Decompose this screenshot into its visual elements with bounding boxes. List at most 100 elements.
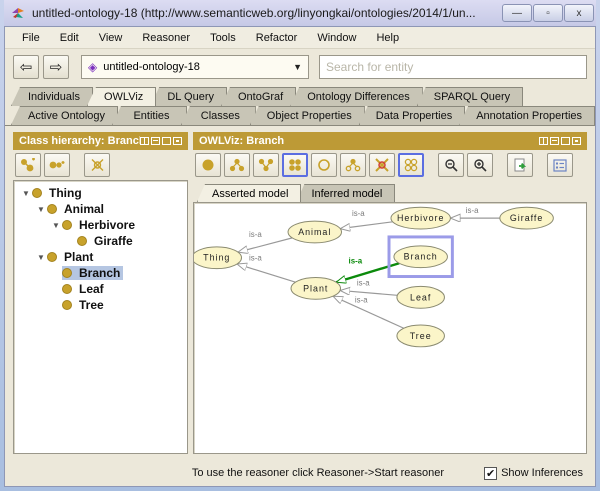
tree-item-tree[interactable]: Tree	[16, 297, 185, 313]
tab-ontograf[interactable]: OntoGraf	[221, 87, 296, 106]
owlviz-graph-canvas[interactable]: is-ais-ais-ais-ais-ais-ais-aThingAnimalH…	[193, 202, 587, 454]
menu-reasoner[interactable]: Reasoner	[133, 29, 199, 47]
graph-node-label: Plant	[303, 283, 328, 293]
show-class-button[interactable]	[195, 153, 221, 177]
zoom-in-button[interactable]	[467, 153, 493, 177]
tree-item-label: Branch	[76, 266, 123, 280]
graph-node-label: Herbivore	[397, 213, 444, 223]
owlviz-panel: OWLViz: Branch	[193, 132, 587, 454]
show-descendants-button[interactable]	[253, 153, 279, 177]
close-panel-icon[interactable]	[173, 137, 182, 145]
back-button[interactable]: ⇦	[13, 55, 39, 79]
hide-subclasses-button[interactable]	[340, 153, 366, 177]
menu-file[interactable]: File	[13, 29, 49, 47]
show-all-hidden-button[interactable]	[398, 153, 424, 177]
tab-entities[interactable]: Entities	[112, 106, 187, 125]
ontology-selector-value: untitled-ontology-18	[103, 61, 287, 73]
tab-data-properties[interactable]: Data Properties	[359, 106, 465, 125]
menu-refactor[interactable]: Refactor	[247, 29, 307, 47]
minimize-button[interactable]: —	[502, 4, 532, 22]
class-icon	[77, 236, 87, 246]
tree-item-branch[interactable]: Branch	[16, 265, 185, 281]
split-panel-icon[interactable]	[539, 137, 548, 145]
expand-arrow-icon[interactable]: ▼	[50, 221, 62, 230]
ontology-icon: ◈	[88, 60, 97, 74]
close-panel-icon[interactable]	[572, 137, 581, 145]
title-bar[interactable]: untitled-ontology-18 (http://www.semanti…	[4, 0, 596, 26]
show-inferences-toggle[interactable]: ✔ Show Inferences	[484, 467, 583, 480]
tab-asserted-model[interactable]: Asserted model	[197, 184, 301, 202]
reasoner-status-message: To use the reasoner click Reasoner->Star…	[192, 467, 444, 479]
class-tree: ▼Thing▼Animal▼HerbivoreGiraffe▼PlantBran…	[14, 181, 187, 317]
tree-item-label: Tree	[76, 298, 107, 312]
delete-class-button[interactable]	[84, 153, 110, 177]
tab-inferred-model[interactable]: Inferred model	[296, 184, 395, 202]
tab-sparql-query[interactable]: SPARQL Query	[417, 87, 523, 106]
expand-arrow-icon[interactable]: ▼	[35, 205, 47, 214]
tree-item-plant[interactable]: ▼Plant	[16, 249, 185, 265]
maximize-panel-icon[interactable]	[162, 137, 171, 145]
forward-button[interactable]: ⇨	[43, 55, 69, 79]
tab-owlviz[interactable]: OWLViz	[87, 87, 156, 106]
add-sibling-class-button[interactable]	[44, 153, 70, 177]
add-subclass-button[interactable]	[15, 153, 41, 177]
tab-classes[interactable]: Classes	[181, 106, 256, 125]
expand-arrow-icon[interactable]: ▼	[35, 253, 47, 262]
status-bar: To use the reasoner click Reasoner->Star…	[5, 460, 595, 486]
ontology-selector[interactable]: ◈ untitled-ontology-18 ▼	[81, 55, 309, 79]
tree-item-label: Giraffe	[91, 234, 136, 248]
tree-item-label: Thing	[46, 186, 85, 200]
export-graph-button[interactable]	[507, 153, 533, 177]
edge-herbivore-isa-animal	[340, 222, 393, 229]
graph-node-label: Tree	[410, 331, 432, 341]
edge-label: is-a	[357, 278, 370, 287]
zoom-out-button[interactable]	[438, 153, 464, 177]
minimize-panel-icon[interactable]	[151, 137, 160, 145]
options-button[interactable]	[547, 153, 573, 177]
hide-all-button[interactable]	[369, 153, 395, 177]
show-inferences-checkbox[interactable]: ✔	[484, 467, 497, 480]
split-panel-icon[interactable]	[140, 137, 149, 145]
tab-ontology-differences[interactable]: Ontology Differences	[290, 87, 423, 106]
show-all-classes-button[interactable]	[282, 153, 308, 177]
edge-label: is-a	[352, 209, 365, 218]
menu-view[interactable]: View	[90, 29, 132, 47]
menu-bar: FileEditViewReasonerToolsRefactorWindowH…	[5, 27, 595, 49]
class-icon	[62, 300, 72, 310]
close-button[interactable]: x	[564, 4, 594, 22]
tab-dl-query[interactable]: DL Query	[150, 87, 227, 106]
tree-item-leaf[interactable]: Leaf	[16, 281, 185, 297]
edge-label: is-a	[249, 230, 262, 239]
edge-plant-isa-thing	[237, 264, 296, 282]
tab-object-properties[interactable]: Object Properties	[250, 106, 365, 125]
graph-node-label: Animal	[298, 227, 331, 237]
expand-arrow-icon[interactable]: ▼	[20, 189, 32, 198]
tree-item-herbivore[interactable]: ▼ Herbivore	[16, 217, 185, 233]
edge-label: is-a	[249, 254, 262, 263]
main-toolbar: ⇦ ⇨ ◈ untitled-ontology-18 ▼	[5, 49, 595, 85]
menu-edit[interactable]: Edit	[51, 29, 88, 47]
show-subclasses-button[interactable]	[224, 153, 250, 177]
graph-node-label: Thing	[203, 253, 230, 263]
minimize-panel-icon[interactable]	[550, 137, 559, 145]
tree-item-label: Herbivore	[76, 218, 138, 232]
class-icon	[32, 188, 42, 198]
search-input[interactable]	[319, 55, 587, 79]
tree-item-giraffe[interactable]: Giraffe	[16, 233, 185, 249]
tree-item-thing[interactable]: ▼ Thing	[16, 185, 185, 201]
tab-annotation-properties[interactable]: Annotation Properties	[459, 106, 595, 125]
hide-class-button[interactable]	[311, 153, 337, 177]
maximize-button[interactable]: ▫	[533, 4, 563, 22]
maximize-panel-icon[interactable]	[561, 137, 570, 145]
tab-individuals[interactable]: Individuals	[11, 87, 93, 106]
class-icon	[62, 284, 72, 294]
menu-help[interactable]: Help	[367, 29, 408, 47]
app-window: untitled-ontology-18 (http://www.semanti…	[0, 0, 600, 491]
class-icon	[62, 220, 72, 230]
class-icon	[62, 268, 72, 278]
menu-window[interactable]: Window	[308, 29, 365, 47]
tree-item-animal[interactable]: ▼Animal	[16, 201, 185, 217]
model-tabs: Asserted modelInferred model	[193, 180, 587, 202]
tab-active-ontology[interactable]: Active Ontology	[11, 106, 118, 125]
menu-tools[interactable]: Tools	[201, 29, 245, 47]
